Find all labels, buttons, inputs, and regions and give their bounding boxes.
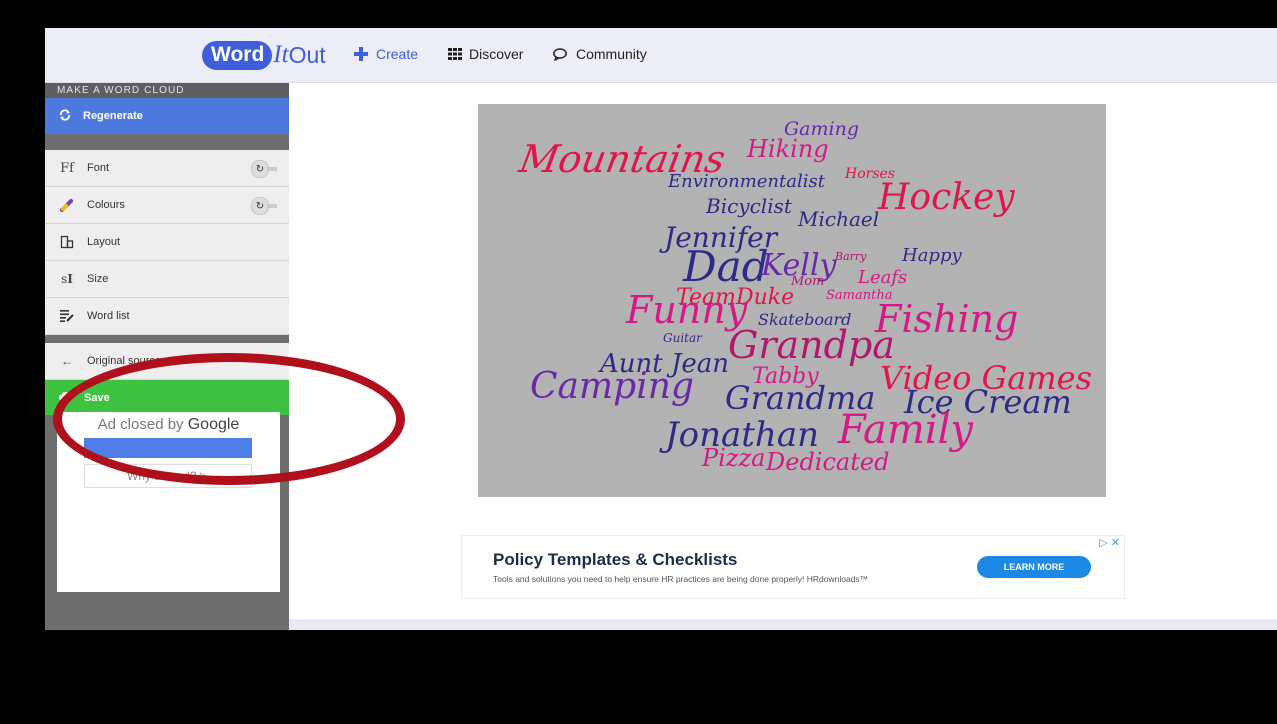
cloud-word: Gaming	[784, 118, 859, 140]
cloud-word: Mom	[791, 274, 825, 289]
layout-icon	[57, 235, 77, 249]
cloud-word: Environmentalist	[668, 171, 825, 192]
nav-create[interactable]: Create	[353, 46, 418, 62]
palette-icon	[57, 198, 77, 212]
sidebar-separator	[45, 335, 289, 343]
cloud-word: Happy	[902, 245, 962, 266]
cloud-word: Hockey	[878, 177, 1015, 218]
regenerate-button[interactable]: Regenerate	[45, 98, 289, 134]
sidebar-item-label: Layout	[87, 236, 121, 248]
sidebar-heading: MAKE A WORD CLOUD	[45, 83, 289, 98]
options-menu: Ff Font ↻ Colours ↻ Layout s I Size Word…	[45, 150, 289, 335]
sidebar-item-layout[interactable]: Layout	[45, 224, 289, 261]
nav-discover[interactable]: Discover	[448, 46, 523, 62]
sidebar-item-label: Colours	[87, 199, 125, 211]
cloud-word: Leafs	[858, 267, 908, 288]
cloud-word: Hiking	[747, 135, 829, 163]
regenerate-label: Regenerate	[83, 110, 143, 122]
cloud-word: Dedicated	[766, 448, 890, 476]
word-cloud[interactable]: Mountains Hiking Gaming Horses Environme…	[478, 104, 1106, 497]
ad-subtitle: Tools and solutions you need to help ens…	[493, 574, 869, 584]
learn-more-button[interactable]: LEARN MORE	[977, 556, 1091, 578]
cloud-word: Guitar	[663, 331, 702, 345]
banner-ad[interactable]: ▷ ✕ Policy Templates & Checklists Tools …	[461, 535, 1125, 599]
footer-strip	[289, 619, 1277, 630]
cloud-word: Pizza	[702, 444, 766, 472]
arrow-back-icon: ←	[61, 354, 73, 368]
toggle-track	[267, 167, 277, 171]
grid-icon	[448, 48, 462, 60]
nav-community[interactable]: Community	[553, 46, 647, 62]
main-canvas-area: Mountains Hiking Gaming Horses Environme…	[289, 83, 1277, 630]
sidebar-item-word-list[interactable]: Word list	[45, 298, 289, 335]
sidebar-item-font[interactable]: Ff Font ↻	[45, 150, 289, 187]
wordle-logo[interactable]: Word It Out	[202, 39, 326, 71]
cloud-word: Michael	[798, 207, 880, 231]
sidebar-item-label: Size	[87, 273, 109, 285]
cloud-word: Camping	[530, 366, 694, 407]
plus-icon	[353, 46, 369, 62]
colours-lock-toggle[interactable]: ↻	[251, 197, 277, 215]
nav-discover-label: Discover	[469, 46, 524, 62]
cloud-word: Family	[838, 407, 973, 453]
top-nav-bar: Word It Out Create Discover Community	[45, 28, 1277, 83]
nav-community-label: Community	[576, 46, 647, 62]
cloud-word: Barry	[835, 250, 867, 263]
refresh-icon	[59, 108, 71, 124]
size-icon: sI	[61, 272, 73, 286]
font-icon: Ff	[60, 160, 74, 176]
logo-word: Word	[202, 40, 273, 70]
nav-create-label: Create	[376, 46, 419, 62]
cloud-word: Grandpa	[728, 323, 895, 367]
app-window: Word It Out Create Discover Community MA…	[45, 28, 1277, 630]
sidebar-item-label: Word list	[87, 310, 130, 322]
cloud-word: Dad	[683, 242, 769, 291]
sidebar-item-label: Font	[87, 162, 110, 174]
toggle-track	[267, 204, 277, 208]
font-lock-toggle[interactable]: ↻	[251, 160, 277, 178]
list-edit-icon	[57, 310, 77, 322]
sidebar-item-size[interactable]: sI Size	[45, 261, 289, 298]
logo-it: It	[273, 41, 289, 68]
ad-choices-close-icon[interactable]: ▷ ✕	[1099, 536, 1120, 549]
red-annotation-circle	[53, 353, 405, 485]
cloud-word: Bicyclist	[706, 194, 792, 218]
sidebar-gap	[45, 134, 289, 150]
cloud-word: Fishing	[875, 297, 1019, 341]
logo-out: Out	[288, 41, 326, 68]
sidebar-item-colours[interactable]: Colours ↻	[45, 187, 289, 224]
ad-title[interactable]: Policy Templates & Checklists	[493, 550, 737, 570]
chat-bubbles-icon	[553, 47, 569, 61]
